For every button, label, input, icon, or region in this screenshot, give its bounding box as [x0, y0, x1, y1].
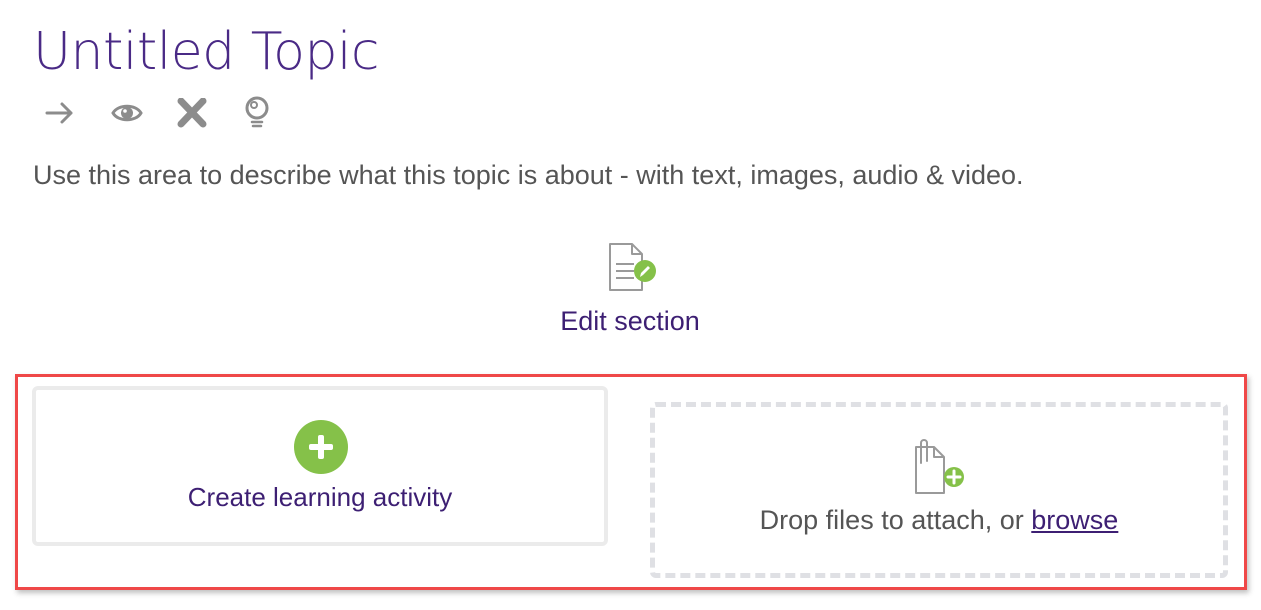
create-learning-activity-label: Create learning activity: [187, 482, 453, 512]
visibility-button[interactable]: [110, 96, 176, 130]
delete-button[interactable]: [176, 96, 242, 130]
topic-toolbar: [44, 96, 308, 130]
topic-description[interactable]: Use this area to describe what this topi…: [33, 156, 1024, 194]
move-button[interactable]: [44, 96, 110, 130]
edit-section-button[interactable]: Edit section: [530, 240, 730, 338]
drop-files-label: Drop files to attach, or: [759, 505, 1032, 535]
file-drop-zone[interactable]: Drop files to attach, or browse: [650, 402, 1228, 578]
eye-icon: [110, 98, 144, 128]
attach-file-add-icon: [910, 437, 970, 497]
page-title: Untitled Topic: [33, 22, 380, 82]
drop-files-text: Drop files to attach, or browse: [655, 503, 1223, 537]
plus-circle-icon: [294, 420, 348, 474]
edit-section-label: Edit section: [560, 306, 700, 336]
lightbulb-icon: [242, 96, 272, 130]
close-icon: [176, 98, 208, 128]
arrow-right-icon: [44, 98, 76, 128]
create-learning-activity-button[interactable]: Create learning activity: [32, 386, 608, 546]
document-edit-icon: [600, 240, 660, 296]
browse-link[interactable]: browse: [1031, 505, 1118, 535]
highlight-button[interactable]: [242, 96, 308, 130]
